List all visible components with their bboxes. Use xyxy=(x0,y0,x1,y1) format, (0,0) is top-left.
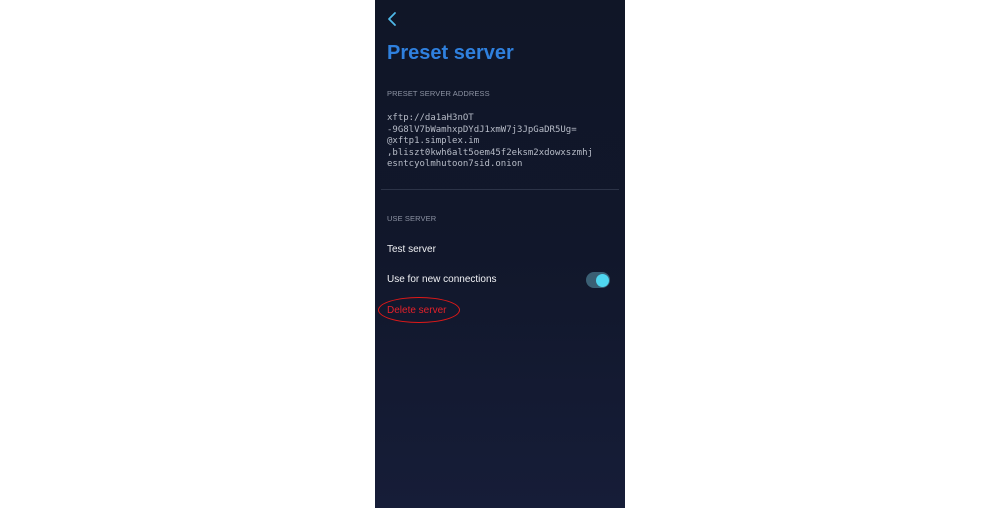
use-for-new-connections-label: Use for new connections xyxy=(387,274,497,285)
toggle-knob xyxy=(596,273,609,287)
address-line: -9G8lV7bWamhxpDYdJ1xmW7j3JpGaDR5Ug= xyxy=(387,124,577,135)
address-line: @xftp1.simplex.im xyxy=(387,136,480,146)
phone-screen: Preset server PRESET SERVER ADDRESS xftp… xyxy=(375,0,625,508)
address-line: ,bliszt0kwh6alt5oem45f2eksm2xdowxszmhj xyxy=(387,147,593,158)
section-divider xyxy=(381,189,619,190)
use-for-new-connections-toggle[interactable] xyxy=(586,272,610,288)
page-title: Preset server xyxy=(387,42,514,64)
delete-server-button[interactable]: Delete server xyxy=(387,305,446,316)
server-address: xftp://da1aH3nOT -9G8lV7bWamhxpDYdJ1xmW7… xyxy=(387,113,619,171)
chevron-left-icon xyxy=(388,12,396,26)
address-section-header: PRESET SERVER ADDRESS xyxy=(387,89,490,98)
back-button[interactable] xyxy=(385,9,401,29)
test-server-button[interactable]: Test server xyxy=(387,244,436,255)
use-server-section-header: USE SERVER xyxy=(387,214,437,223)
address-line: xftp://da1aH3nOT xyxy=(387,113,474,123)
address-line: esntcyolmhutoon7sid.onion xyxy=(387,159,523,169)
